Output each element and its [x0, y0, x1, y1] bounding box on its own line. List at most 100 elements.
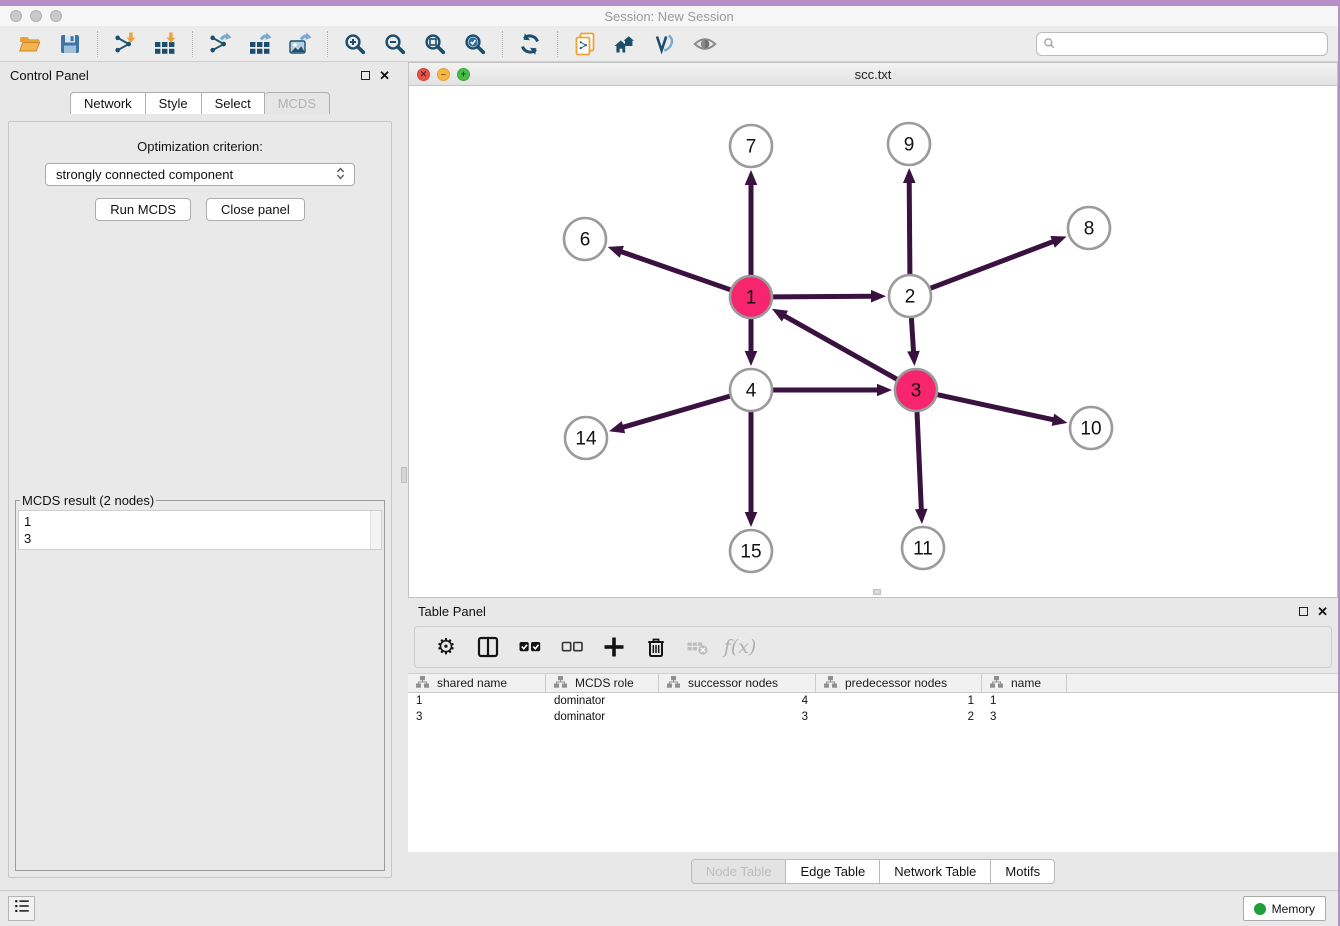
- tab-edge-table[interactable]: Edge Table: [786, 859, 880, 884]
- unselect-all-icon[interactable]: [558, 634, 586, 660]
- mcds-result-title: MCDS result (2 nodes): [20, 493, 156, 508]
- close-panel-icon[interactable]: ✕: [379, 71, 390, 80]
- zoom-out-icon[interactable]: [381, 31, 409, 57]
- control-panel: Control Panel ✕ NetworkStyleSelectMCDS O…: [0, 62, 400, 890]
- graph-node-label: 8: [1084, 219, 1095, 240]
- tab-select[interactable]: Select: [202, 92, 265, 114]
- table-row[interactable]: 3dominator323: [408, 709, 1338, 725]
- graph-edge-1-2[interactable]: [773, 296, 873, 297]
- canvas-resize-grip[interactable]: [873, 589, 881, 595]
- tab-network-table[interactable]: Network Table: [880, 859, 991, 884]
- graph-edge-3-11[interactable]: [917, 412, 921, 511]
- column-header-name[interactable]: name: [982, 674, 1067, 692]
- toolbar-separator: [97, 31, 98, 57]
- export-image-icon[interactable]: [286, 31, 314, 57]
- table-cell[interactable]: 1: [408, 695, 546, 707]
- table-cell[interactable]: 2: [816, 711, 982, 723]
- graph-node-label: 2: [905, 287, 916, 308]
- column-header-MCDS-role[interactable]: MCDS role: [546, 674, 659, 692]
- style-icon[interactable]: [651, 31, 679, 57]
- refresh-icon[interactable]: [516, 31, 544, 57]
- run-mcds-button[interactable]: Run MCDS: [95, 198, 191, 221]
- show-hide-icon[interactable]: [691, 31, 719, 57]
- tab-motifs[interactable]: Motifs: [991, 859, 1055, 884]
- zoom-in-icon[interactable]: [341, 31, 369, 57]
- graph-node-label: 4: [746, 381, 757, 402]
- table-cell[interactable]: 4: [659, 695, 816, 707]
- home-icon[interactable]: [611, 31, 639, 57]
- maximize-network-icon[interactable]: +: [457, 68, 470, 81]
- export-table-icon[interactable]: [246, 31, 274, 57]
- table-row[interactable]: 1dominator411: [408, 693, 1338, 709]
- delete-row-icon[interactable]: [642, 634, 670, 660]
- toolbar-separator: [502, 31, 503, 57]
- graph-edge-arrow: [745, 170, 758, 185]
- import-table-icon[interactable]: [151, 31, 179, 57]
- table-cell[interactable]: 3: [659, 711, 816, 723]
- tab-style[interactable]: Style: [146, 92, 202, 114]
- duplicate-network-icon[interactable]: [571, 31, 599, 57]
- column-header-successor-nodes[interactable]: successor nodes: [659, 674, 816, 692]
- gear-icon[interactable]: ⚙: [432, 634, 460, 660]
- status-bar: Memory: [0, 890, 1338, 926]
- control-panel-title: Control Panel: [10, 68, 89, 83]
- function-builder-icon: f(x): [726, 634, 754, 660]
- graph-node-label: 11: [913, 539, 933, 560]
- save-session-icon[interactable]: [56, 31, 84, 57]
- search-input[interactable]: [1036, 32, 1328, 56]
- graph-edge-4-14[interactable]: [622, 396, 730, 428]
- graph-node-label: 6: [580, 230, 591, 251]
- float-table-panel-icon[interactable]: [1299, 607, 1308, 616]
- table-cell[interactable]: 1: [816, 695, 982, 707]
- close-table-panel-icon[interactable]: ✕: [1317, 607, 1328, 616]
- tab-node-table[interactable]: Node Table: [691, 859, 787, 884]
- minimize-network-icon[interactable]: –: [437, 68, 450, 81]
- graph-node-label: 1: [746, 288, 757, 309]
- memory-button[interactable]: Memory: [1243, 896, 1326, 921]
- destroy-table-icon: [684, 634, 712, 660]
- graph-edge-arrow: [609, 421, 625, 433]
- mcds-result-list[interactable]: 13: [18, 510, 382, 550]
- add-row-icon[interactable]: [600, 634, 628, 660]
- column-header-shared-name[interactable]: shared name: [408, 674, 546, 692]
- network-canvas[interactable]: 7968124314101511: [408, 86, 1338, 598]
- select-all-icon[interactable]: [516, 634, 544, 660]
- panel-splitter[interactable]: [400, 62, 408, 890]
- tab-network[interactable]: Network: [70, 92, 146, 114]
- table-cell[interactable]: dominator: [546, 711, 659, 723]
- close-panel-button[interactable]: Close panel: [206, 198, 305, 221]
- zoom-fit-icon[interactable]: [421, 31, 449, 57]
- zoom-selected-icon[interactable]: [461, 31, 489, 57]
- table-cell[interactable]: 1: [982, 695, 1067, 707]
- table-cell[interactable]: 3: [408, 711, 546, 723]
- graph-edge-2-8[interactable]: [931, 241, 1055, 288]
- columns-icon[interactable]: [474, 634, 502, 660]
- import-network-icon[interactable]: [111, 31, 139, 57]
- criterion-select[interactable]: strongly connected component: [45, 163, 355, 186]
- graph-edge-1-6[interactable]: [620, 251, 730, 290]
- graph-edge-3-1[interactable]: [783, 315, 897, 379]
- result-scrollbar[interactable]: [370, 511, 381, 549]
- open-session-icon[interactable]: [16, 31, 44, 57]
- network-graph[interactable]: 7968124314101511: [409, 86, 1337, 596]
- criterion-value: strongly connected component: [56, 167, 233, 182]
- graph-edge-3-10[interactable]: [938, 395, 1055, 420]
- close-network-icon[interactable]: ✕: [417, 68, 430, 81]
- splitter-grip[interactable]: [401, 467, 407, 483]
- graph-edge-2-9[interactable]: [909, 181, 910, 274]
- tab-mcds[interactable]: MCDS: [265, 92, 330, 114]
- column-header-predecessor-nodes[interactable]: predecessor nodes: [816, 674, 982, 692]
- table-panel-title: Table Panel: [418, 604, 486, 619]
- export-network-icon[interactable]: [206, 31, 234, 57]
- float-panel-icon[interactable]: [361, 71, 370, 80]
- graph-node-label: 15: [740, 542, 761, 563]
- task-history-button[interactable]: [8, 896, 35, 921]
- graph-node-label: 10: [1080, 419, 1101, 440]
- graph-edge-2-3[interactable]: [911, 318, 913, 353]
- graph-node-label: 14: [575, 429, 597, 450]
- mcds-result-line: 1: [24, 513, 376, 530]
- table-cell[interactable]: dominator: [546, 695, 659, 707]
- table-cell[interactable]: 3: [982, 711, 1067, 723]
- memory-label: Memory: [1272, 902, 1315, 916]
- search-icon: [1043, 37, 1059, 58]
